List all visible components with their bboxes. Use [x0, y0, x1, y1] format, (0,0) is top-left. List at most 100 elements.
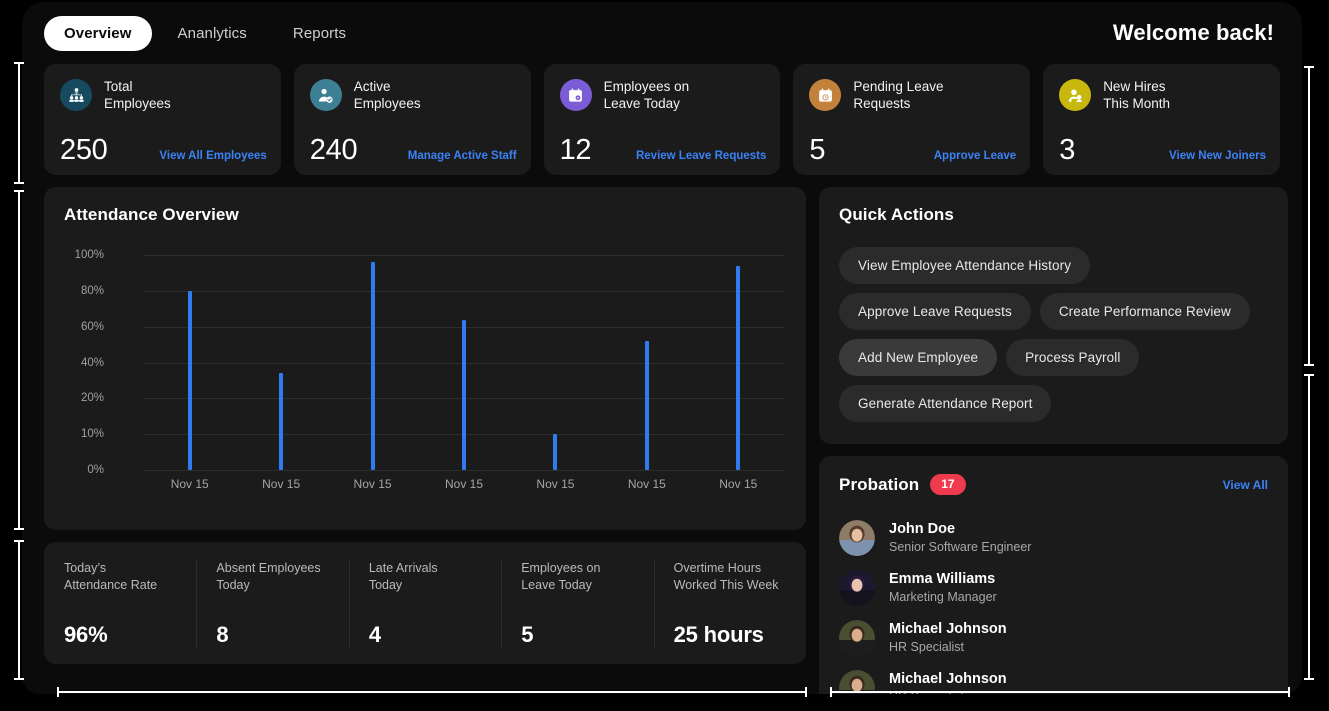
probation-list-item[interactable]: Michael JohnsonHR Specialist	[839, 613, 1268, 663]
stat-card-footer: 12 Review Leave Requests	[560, 135, 767, 165]
stat-title-line-1: New Hires	[1103, 79, 1166, 94]
chart-x-tick-label: Nov 15	[170, 477, 209, 491]
stat-title-line-2: Requests	[853, 96, 911, 111]
chart-x-tick-label: Nov 15	[262, 477, 301, 491]
quick-action-generate-attendance-report[interactable]: Generate Attendance Report	[839, 385, 1052, 422]
stat-card-pending-leave-requests[interactable]: Pending Leave Requests 5 Approve Leave	[793, 64, 1031, 175]
probation-list-item[interactable]: John Doe Senior Software Engineer	[839, 513, 1268, 563]
quick-actions-title: Quick Actions	[839, 205, 954, 224]
review-leave-requests-link[interactable]: Review Leave Requests	[636, 150, 766, 165]
measure-guide-right-2-cap-bottom	[1304, 678, 1314, 680]
stat-card-employees-on-leave[interactable]: e Employees on Leave Today 12 Review Leav…	[543, 64, 781, 175]
stat-card-active-employees[interactable]: Active Employees 240 Manage Active Staff	[293, 64, 531, 175]
chart-bar[interactable]	[644, 341, 649, 470]
stat-title-line-2: This Month	[1103, 96, 1170, 111]
measure-guide-left-1-cap-top	[14, 62, 24, 64]
welcome-message: Welcome back!	[1112, 20, 1274, 45]
measure-guide-left-1-cap-bottom	[14, 182, 24, 184]
view-new-joiners-link[interactable]: View New Joiners	[1169, 150, 1266, 165]
chart-x-axis: Nov 15 Nov 15 Nov 15 Nov 15 Nov 15 Nov 15 Nov …	[144, 477, 784, 497]
probation-view-all-link[interactable]: View All	[1223, 478, 1268, 492]
stat-card-footer: 240 Manage Active Staff	[310, 135, 517, 165]
metric-label-line-2: Today	[216, 577, 250, 592]
metric-label: Absent Employees Today	[216, 560, 332, 593]
attendance-overview-panel: Attendance Overview 100% 80% 60% 40% 20% 10% 0…	[44, 187, 806, 530]
probation-list-item[interactable]: Michael JohnsonHR Specialist	[839, 663, 1268, 694]
measure-guide-left-2	[18, 190, 20, 530]
metric-label: Today’s Attendance Rate	[64, 560, 180, 593]
chart-bar[interactable]	[279, 373, 284, 470]
metric-label: Employees on Leave Today	[521, 560, 637, 593]
metric-value: 96%	[64, 622, 108, 647]
dashboard-content: Total Employees 250 View All Employees Ac…	[22, 64, 1302, 694]
quick-action-create-performance-review[interactable]: Create Performance Review	[1039, 293, 1250, 330]
calendar-leave-icon: e	[559, 79, 592, 111]
metric-label-line-1: Overtime Hours	[673, 561, 762, 575]
approve-leave-link[interactable]: Approve Leave	[934, 150, 1016, 165]
chart-bar[interactable]	[370, 262, 375, 470]
chart-gridline	[144, 470, 784, 471]
tab-reports[interactable]: Reports	[273, 16, 366, 51]
tab-analytics[interactable]: Ananlytics	[158, 16, 267, 51]
user-check-icon	[309, 79, 342, 111]
quick-action-approve-leave-requests[interactable]: Approve Leave Requests	[839, 293, 1031, 330]
stat-card-new-hires[interactable]: New Hires This Month 3 View New Joiners	[1043, 64, 1280, 175]
top-navigation-bar: Overview Ananlytics Reports Welcome back…	[22, 2, 1302, 64]
measure-guide-right-2-cap-top	[1304, 374, 1314, 376]
quick-action-view-employee-attendance-history[interactable]: View Employee Attendance History	[839, 247, 1091, 284]
quick-action-add-new-employee[interactable]: Add New Employee	[839, 339, 998, 376]
chart-bar[interactable]	[736, 265, 741, 470]
stat-card-header: Total Employees	[60, 78, 265, 112]
left-column: Attendance Overview 100% 80% 60% 40% 20% 10% 0…	[44, 187, 806, 664]
manage-active-staff-link[interactable]: Manage Active Staff	[408, 150, 517, 165]
stat-card-value: 240	[309, 134, 358, 166]
chart-x-tick-label: Nov 15	[627, 477, 666, 491]
quick-action-process-payroll[interactable]: Process Payroll	[1006, 339, 1140, 376]
measure-guide-bottom-right-cap-l	[830, 687, 832, 697]
stat-title-line-1: Pending Leave	[853, 79, 944, 94]
main-grid: Attendance Overview 100% 80% 60% 40% 20% 10% 0…	[44, 187, 1288, 694]
chart-x-tick-label: Nov 15	[444, 477, 484, 491]
stat-card-header: Active Employees	[309, 78, 515, 112]
chart-y-tick-label: 20%	[80, 392, 104, 405]
measure-guide-bottom-left-cap-l	[57, 687, 59, 697]
probation-item-text: John Doe Senior Software Engineer	[889, 520, 1031, 556]
measure-guide-bottom-right	[830, 691, 1290, 693]
metric-label: Overtime Hours Worked This Week	[674, 560, 790, 593]
probation-item-name: Emma Williams	[889, 571, 996, 587]
measure-guide-left-3-cap-top	[14, 540, 24, 542]
probation-item-role: Marketing Manager	[889, 590, 997, 604]
tab-list: Overview Ananlytics Reports	[44, 15, 366, 51]
chart-x-tick-label: Nov 15	[536, 477, 575, 491]
stat-card-header: e Employees on Leave Today	[559, 78, 765, 112]
measure-guide-right-2	[1308, 374, 1310, 680]
employees-group-icon	[60, 79, 92, 111]
stat-card-row: Total Employees 250 View All Employees Ac…	[44, 64, 1280, 175]
stat-card-title: Total Employees	[104, 78, 171, 112]
chart-bar[interactable]	[187, 290, 192, 470]
stat-title-line-1: Total	[104, 79, 133, 94]
measure-guide-right-1	[1308, 66, 1310, 366]
metric-value: 8	[216, 622, 229, 647]
chart-y-tick-label: 40%	[80, 356, 104, 369]
svg-text:e: e	[577, 96, 579, 100]
chart-bar[interactable]	[553, 434, 558, 470]
daily-metrics-panel: Today’s Attendance Rate 96% Absent Employ…	[44, 542, 806, 664]
tab-overview[interactable]: Overview	[44, 15, 152, 51]
stat-card-footer: 5 Approve Leave	[809, 135, 1016, 165]
measure-guide-right-1-cap-bottom	[1304, 364, 1314, 366]
metric-label: Late Arrivals Today	[369, 560, 485, 593]
measure-guide-left-2-cap-bottom	[14, 528, 24, 530]
probation-list-item[interactable]: Emma Williams Marketing Manager	[839, 563, 1268, 613]
stat-card-total-employees[interactable]: Total Employees 250 View All Employees	[44, 64, 281, 175]
metric-value: 4	[368, 622, 381, 647]
metric-late-arrivals: Late Arrivals Today 4	[348, 560, 501, 648]
stat-title-line-2: Leave Today	[603, 96, 680, 111]
chart-bar[interactable]	[462, 319, 466, 470]
chart-plot-area	[144, 255, 784, 471]
chart-y-tick-label: 100%	[74, 249, 104, 261]
quick-actions-panel: Quick Actions View Employee Attendance H…	[819, 187, 1288, 444]
quick-actions-list: View Employee Attendance History Approve …	[839, 247, 1268, 422]
view-all-employees-link[interactable]: View All Employees	[159, 150, 266, 165]
stat-card-title: New Hires This Month	[1103, 78, 1170, 112]
